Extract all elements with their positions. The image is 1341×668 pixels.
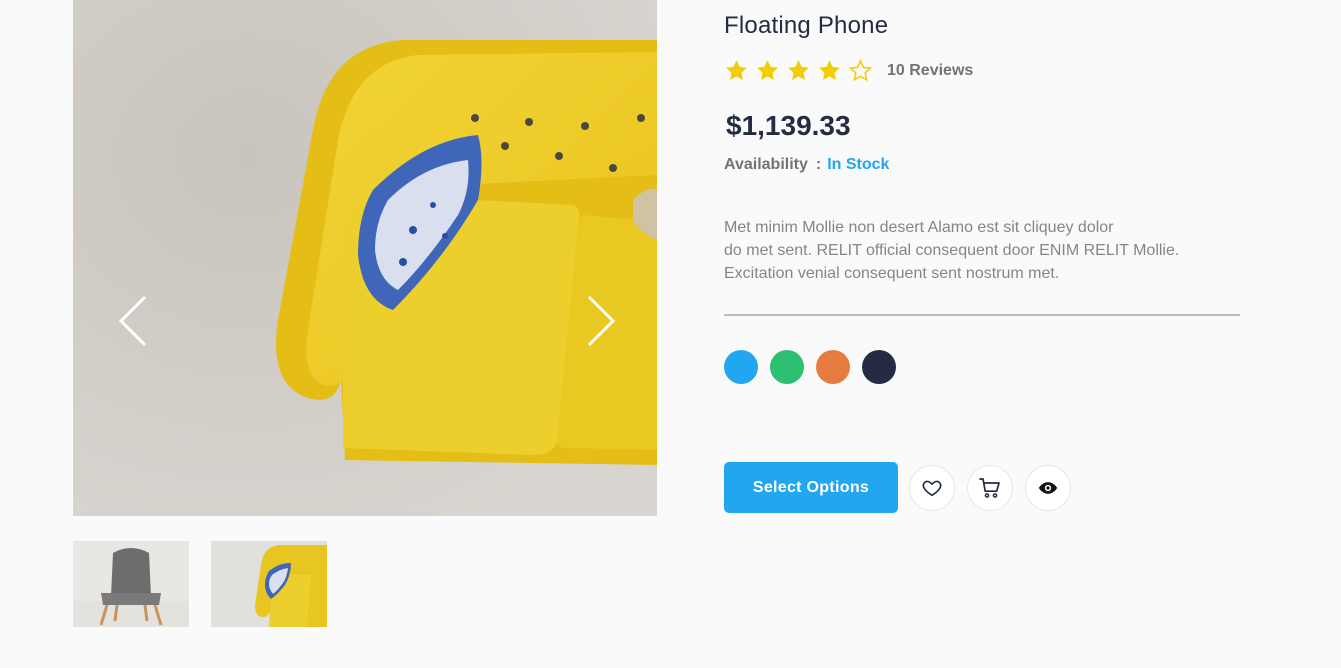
star-filled-icon [819,60,840,80]
description-line: Excitation venial consequent sent nostru… [724,265,1060,282]
availability-status: In Stock [827,156,890,173]
eye-icon [1038,481,1058,494]
add-to-cart-button[interactable] [967,464,1013,511]
select-options-button[interactable]: Select Options [724,462,898,513]
color-swatch-navy[interactable] [862,350,896,384]
divider [724,314,1240,316]
color-swatch-blue[interactable] [724,350,758,384]
cart-icon [979,477,1000,498]
thumbnail-strip [73,541,327,627]
chevron-right-icon[interactable] [581,291,621,351]
review-count[interactable]: 10 Reviews [887,62,973,80]
description-line: do met sent. RELIT official consequent d… [724,242,1180,259]
product-gallery [73,0,657,516]
chevron-left-icon[interactable] [113,291,153,351]
product-description: Met minim Mollie non desert Alamo est si… [724,216,1264,285]
product-rating: 10 Reviews [724,58,973,83]
quick-view-button[interactable] [1025,464,1071,511]
color-swatch-orange[interactable] [816,350,850,384]
heart-icon [922,480,942,496]
star-filled-icon [726,60,747,80]
thumbnail-yellow-sofa[interactable] [211,541,327,627]
product-actions: Select Options [724,462,1083,513]
color-swatch-green[interactable] [770,350,804,384]
star-filled-icon [788,60,809,80]
color-options [724,350,896,384]
product-title: Floating Phone [724,12,889,39]
wishlist-button[interactable] [909,464,955,511]
availability-separator: : [815,156,822,173]
availability: Availability: In Stock [724,156,889,174]
star-outline-icon [848,59,873,82]
availability-label: Availability [724,156,808,173]
main-product-image [73,0,657,516]
description-line: Met minim Mollie non desert Alamo est si… [724,219,1114,236]
product-price: $1,139.33 [726,110,851,141]
thumbnail-grey-chair[interactable] [73,541,189,627]
star-filled-icon [757,60,778,80]
